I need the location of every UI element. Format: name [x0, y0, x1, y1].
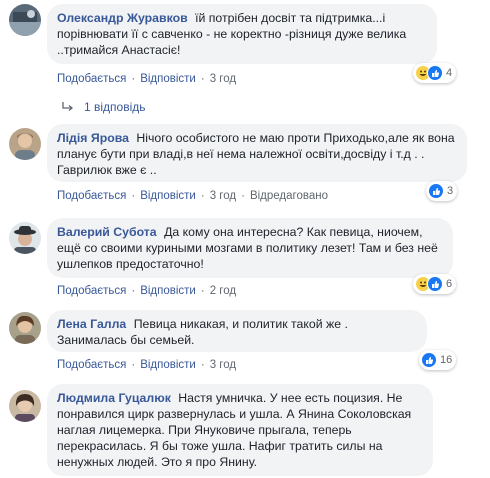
avatar-photo-icon	[9, 4, 41, 36]
comment-bubble: Лідія Ярова Нічого особистого не маю про…	[47, 124, 467, 182]
avatar[interactable]	[9, 128, 41, 160]
comment-time[interactable]: 3 год	[210, 359, 236, 371]
comment-bubble: Олександр Журавков їй потрібен досвіт та…	[47, 4, 437, 64]
avatar-photo-icon	[9, 312, 41, 344]
comment-bubble: Людмила Гуцалюк Настя умничка. У нее ест…	[47, 384, 433, 476]
avatar[interactable]	[9, 4, 41, 36]
avatar[interactable]	[9, 312, 41, 344]
reaction-summary[interactable]: 6	[413, 274, 457, 294]
comment-author[interactable]: Лена Галла	[57, 317, 126, 331]
reply-button[interactable]: Відповісти	[140, 359, 196, 371]
reaction-count: 3	[447, 185, 454, 197]
comment-actions: Подобається · Відповісти · 3 год	[57, 359, 237, 371]
avatar-photo-icon	[9, 222, 41, 254]
comment-author[interactable]: Людмила Гуцалюк	[57, 391, 171, 405]
reaction-count: 4	[446, 67, 453, 79]
reaction-summary[interactable]: 3	[426, 181, 458, 201]
comment-actions: Подобається · Відповісти · 3 год · Відредагова…	[57, 190, 328, 202]
reaction-summary[interactable]: 16	[419, 350, 457, 370]
reaction-count: 6	[446, 278, 453, 290]
like-icon	[421, 352, 437, 368]
reply-button[interactable]: Відповісти	[140, 285, 196, 297]
edited-label[interactable]: Відредаговано	[250, 190, 328, 202]
comment-author[interactable]: Валерий Субота	[57, 225, 157, 239]
reply-button[interactable]: Відповісти	[140, 73, 196, 85]
like-button[interactable]: Подобається	[57, 73, 126, 85]
reply-button[interactable]: Відповісти	[140, 190, 196, 202]
like-button[interactable]: Подобається	[57, 359, 126, 371]
view-replies-link[interactable]: 1 відповідь	[62, 100, 146, 114]
comment-author[interactable]: Олександр Журавков	[57, 11, 188, 25]
like-icon	[427, 276, 443, 292]
reply-arrow-icon	[62, 100, 74, 114]
comment-time[interactable]: 3 год	[210, 73, 236, 85]
reaction-summary[interactable]: 4	[413, 63, 457, 83]
avatar[interactable]	[9, 222, 41, 254]
comment-bubble: Лена Галла Певица никакая, и политик так…	[47, 310, 427, 352]
comment-actions: Подобається · Відповісти · 2 год	[57, 285, 237, 297]
comment-bubble: Валерий Субота Да кому она интересна? Ка…	[47, 218, 453, 278]
avatar-photo-icon	[9, 390, 41, 422]
like-button[interactable]: Подобається	[57, 190, 126, 202]
comment-time[interactable]: 3 год	[210, 190, 236, 202]
comment-time[interactable]: 2 год	[210, 285, 236, 297]
like-icon	[428, 183, 444, 199]
like-icon	[427, 65, 443, 81]
comment-author[interactable]: Лідія Ярова	[57, 131, 129, 145]
like-button[interactable]: Подобається	[57, 285, 126, 297]
reaction-count: 16	[440, 354, 453, 366]
avatar[interactable]	[9, 390, 41, 422]
avatar-photo-icon	[9, 128, 41, 160]
view-replies-label[interactable]: 1 відповідь	[84, 100, 146, 114]
comment-actions: Подобається · Відповісти · 3 год	[57, 73, 237, 85]
